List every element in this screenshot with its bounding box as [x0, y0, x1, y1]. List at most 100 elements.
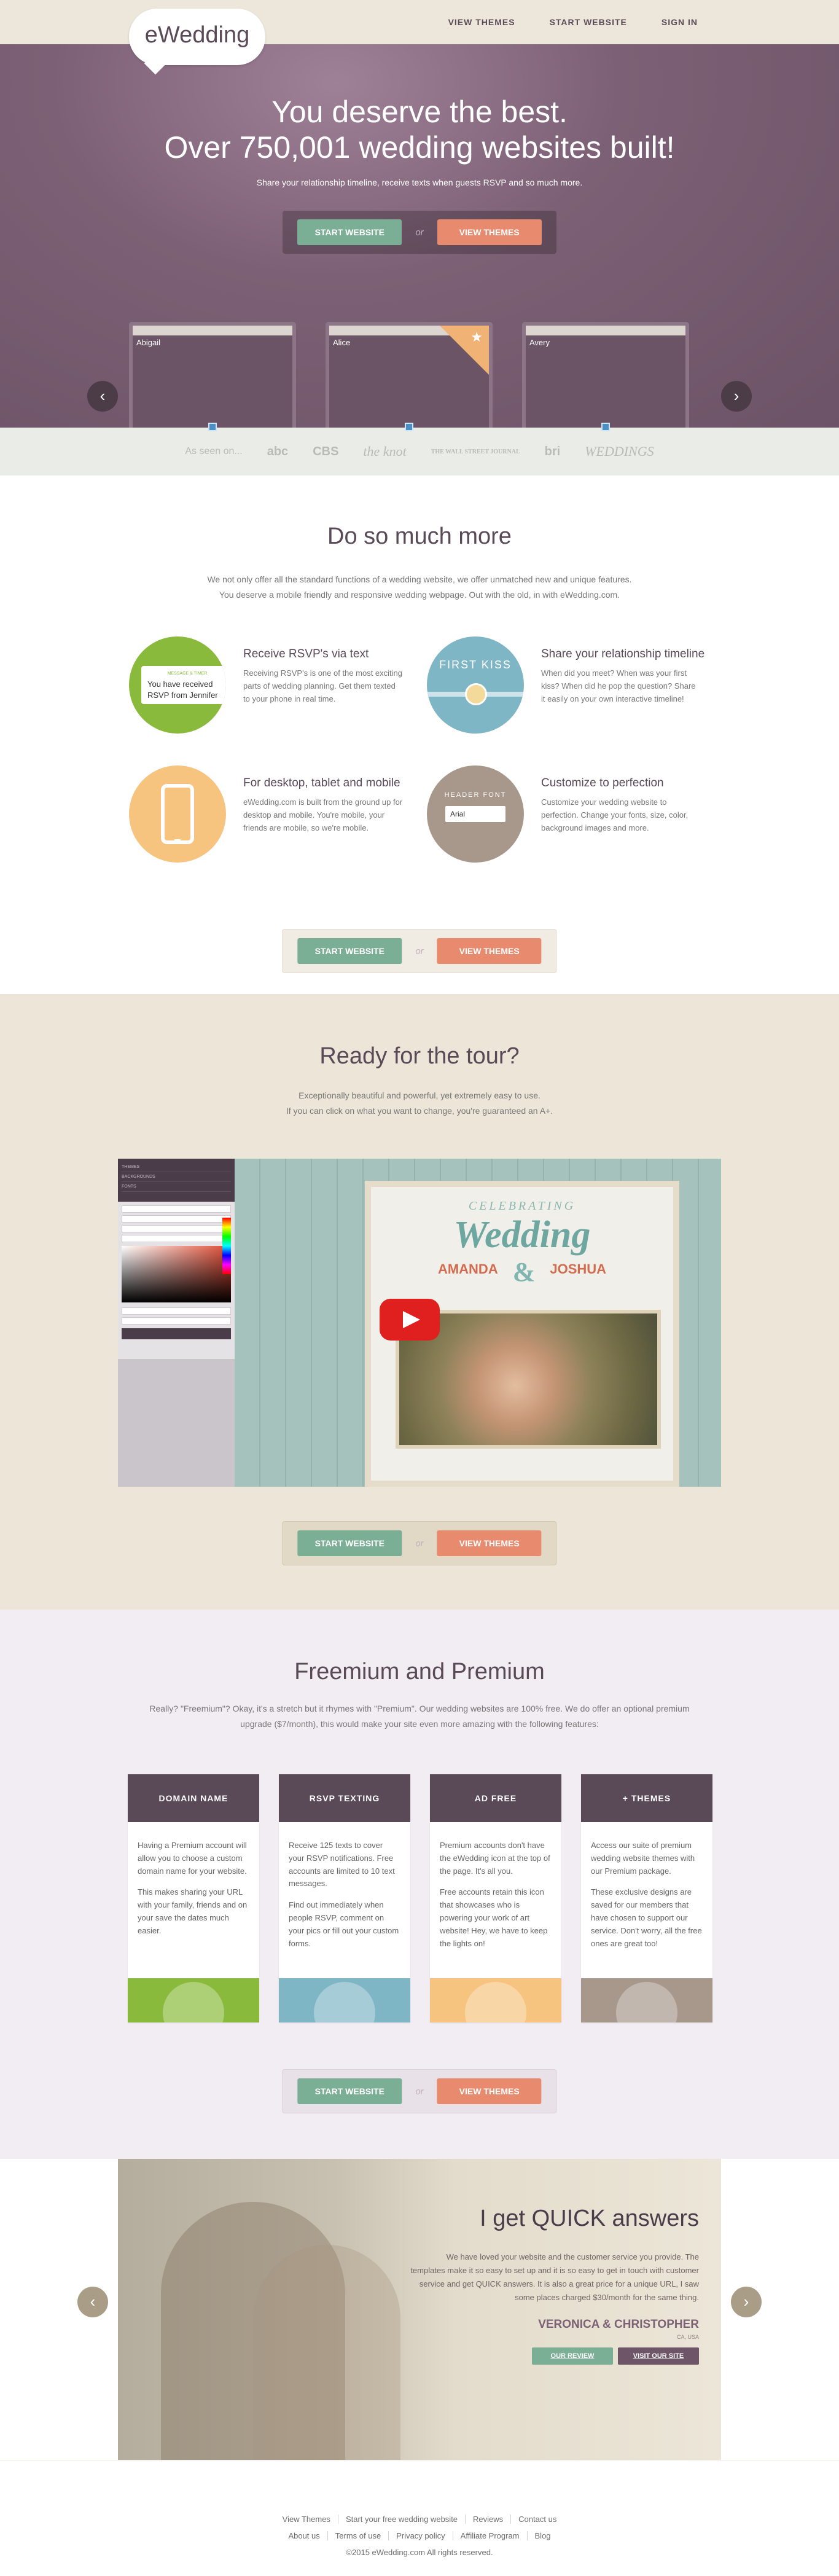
hero-headline: You deserve the best. Over 750,001 weddi…	[0, 44, 839, 165]
plan-ad-free: AD FREE Premium accounts don't have the …	[430, 1774, 561, 2022]
pricing-lead-line2: upgrade ($7/month), this would make your…	[240, 1718, 599, 1729]
tour-section: Ready for the tour? Exceptionally beauti…	[0, 994, 839, 1610]
feature-rsvp-text: MESSAGE & TIMER You have received RSVP f…	[129, 636, 412, 734]
footer-link-terms[interactable]: Terms of use	[328, 2531, 389, 2540]
visit-our-site-button[interactable]: VISIT OUR SITE	[618, 2347, 699, 2365]
plan-text: Access our suite of premium wedding webs…	[591, 1841, 695, 1876]
globe-icon	[128, 1978, 259, 2022]
pricing-section: Freemium and Premium Really? "Freemium"?…	[0, 1610, 839, 2159]
abc-logo: abc	[267, 444, 289, 458]
plan-text: Find out immediately when people RSVP, c…	[289, 1900, 399, 1948]
testimonial-quote: We have loved your website and the custo…	[410, 2252, 699, 2303]
first-kiss-label: FIRST KISS	[439, 659, 512, 671]
theme-carousel: Abigail Alice ★ Avery	[129, 322, 689, 431]
footer-links-row1: View Themes Start your free wedding webs…	[0, 2515, 839, 2524]
plan-text: These exclusive designs are saved for ou…	[591, 1887, 702, 1948]
tour-video-player[interactable]: THEMES BACKGROUNDS FONTS CELEBRATING Wed…	[118, 1159, 721, 1487]
testimonial-content: I get QUICK answers We have loved your w…	[410, 2206, 699, 2365]
plan-title: AD FREE	[430, 1774, 561, 1822]
theme-name: Alice	[333, 338, 351, 347]
footer-link-affiliate[interactable]: Affiliate Program	[453, 2531, 528, 2540]
feature-text: Customize your wedding website to perfec…	[541, 797, 689, 832]
theme-card-alice[interactable]: Alice ★	[326, 322, 493, 431]
testimonial-slide: I get QUICK answers We have loved your w…	[118, 2159, 721, 2460]
footer-link-privacy[interactable]: Privacy policy	[389, 2531, 453, 2540]
star-icon: ★	[470, 329, 483, 345]
plan-text: This makes sharing your URL with your fa…	[138, 1887, 248, 1935]
view-themes-button[interactable]: VIEW THEMES	[437, 2078, 542, 2104]
star-icon	[581, 1978, 712, 2022]
ewedding-logo[interactable]: eWedding	[129, 9, 265, 75]
our-review-button[interactable]: OUR REVIEW	[532, 2347, 613, 2365]
invite-names: AMANDA & JOSHUA	[371, 1258, 673, 1285]
tour-lead: Exceptionally beautiful and powerful, ye…	[0, 1088, 839, 1118]
start-website-button[interactable]: START WEBSITE	[297, 2078, 402, 2104]
nav-sign-in[interactable]: SIGN IN	[661, 17, 698, 27]
view-themes-button[interactable]: VIEW THEMES	[437, 938, 542, 964]
features-lead: We not only offer all the standard funct…	[0, 572, 839, 602]
pricing-lead-line1: Really? "Freemium"? Okay, it's a stretch…	[149, 1704, 690, 1713]
main-nav: VIEW THEMES START WEBSITE SIGN IN	[448, 17, 698, 27]
footer-link-reviews[interactable]: Reviews	[466, 2515, 512, 2524]
testimonial-section: I get QUICK answers We have loved your w…	[0, 2159, 839, 2460]
font-customize-icon: HEADER FONT Arial	[427, 765, 524, 863]
testimonial-author: VERONICA & CHRISTOPHER	[538, 2318, 699, 2331]
testimonial-location: CA, USA	[676, 2334, 699, 2341]
hero-headline-line2: Over 750,001 wedding websites built!	[164, 130, 675, 165]
carousel-prev-icon[interactable]: ‹	[87, 381, 118, 412]
editor-sidebar-preview: THEMES BACKGROUNDS FONTS	[118, 1159, 235, 1487]
plan-title: RSVP TEXTING	[279, 1774, 410, 1822]
feature-text: When did you meet? When was your first k…	[541, 668, 696, 703]
feature-timeline: FIRST KISS Share your relationship timel…	[427, 636, 710, 734]
testimonial-prev-icon[interactable]: ‹	[77, 2287, 108, 2317]
footer-link-about[interactable]: About us	[281, 2531, 328, 2540]
testimonial-next-icon[interactable]: ›	[731, 2287, 762, 2317]
invite-name1: AMANDA	[437, 1261, 498, 1277]
bri-logo: bri	[544, 444, 561, 458]
wsj-logo: THE WALL STREET JOURNAL	[431, 448, 520, 455]
start-website-button[interactable]: START WEBSITE	[297, 219, 402, 245]
tour-title: Ready for the tour?	[319, 1043, 520, 1069]
start-website-button[interactable]: START WEBSITE	[297, 1530, 402, 1556]
rsvp-text-icon: MESSAGE & TIMER You have received RSVP f…	[129, 636, 226, 734]
no-ads-icon	[430, 1978, 561, 2022]
footer-link-blog[interactable]: Blog	[528, 2531, 558, 2540]
play-icon[interactable]	[380, 1299, 440, 1341]
footer-link-contact[interactable]: Contact us	[511, 2515, 564, 2524]
plan-title: DOMAIN NAME	[128, 1774, 259, 1822]
editor-item: THEMES	[122, 1162, 231, 1172]
feature-text: Receiving RSVP's is one of the most exci…	[243, 668, 402, 703]
features-lead-line1: We not only offer all the standard funct…	[207, 574, 632, 584]
footer-link-view-themes[interactable]: View Themes	[275, 2515, 338, 2524]
editor-item: FONTS	[122, 1182, 231, 1192]
rsvp-notification: MESSAGE & TIMER You have received RSVP f…	[141, 666, 226, 704]
plan-themes: + THEMES Access our suite of premium wed…	[581, 1774, 712, 2022]
theme-card-avery[interactable]: Avery	[522, 322, 689, 431]
or-separator: or	[415, 945, 424, 957]
carousel-next-icon[interactable]: ›	[721, 381, 752, 412]
site-footer: View Themes Start your free wedding webs…	[0, 2460, 839, 2576]
start-website-button[interactable]: START WEBSITE	[297, 938, 402, 964]
tour-lead-line1: Exceptionally beautiful and powerful, ye…	[299, 1090, 540, 1100]
rsvp-notification-text: You have received RSVP from Jennifer	[147, 679, 218, 700]
theme-card-abigail[interactable]: Abigail	[129, 322, 296, 431]
invite-celebrating: CELEBRATING	[468, 1199, 576, 1213]
hue-slider	[222, 1218, 231, 1274]
footer-links-row2: About us Terms of use Privacy policy Aff…	[0, 2531, 839, 2540]
nav-start-website[interactable]: START WEBSITE	[550, 17, 627, 27]
view-themes-button[interactable]: VIEW THEMES	[437, 219, 542, 245]
pricing-cta-group: START WEBSITE or VIEW THEMES	[282, 2069, 557, 2113]
features-section: Do so much more We not only offer all th…	[0, 476, 839, 994]
font-select-preview: Arial	[445, 806, 505, 822]
nav-view-themes[interactable]: VIEW THEMES	[448, 17, 515, 27]
or-separator: or	[415, 227, 424, 238]
plan-text: Having a Premium account will allow you …	[138, 1841, 247, 1876]
testimonial-title: I get QUICK answers	[480, 2206, 699, 2231]
cbs-logo: CBS	[313, 444, 339, 458]
copyright: ©2015 eWedding.com All rights reserved.	[346, 2548, 493, 2557]
plan-text: Premium accounts don't have the eWedding…	[440, 1841, 550, 1876]
features-title: Do so much more	[327, 523, 512, 549]
footer-link-start-website[interactable]: Start your free wedding website	[338, 2515, 466, 2524]
view-themes-button[interactable]: VIEW THEMES	[437, 1530, 542, 1556]
chat-bubble-icon	[279, 1978, 410, 2022]
